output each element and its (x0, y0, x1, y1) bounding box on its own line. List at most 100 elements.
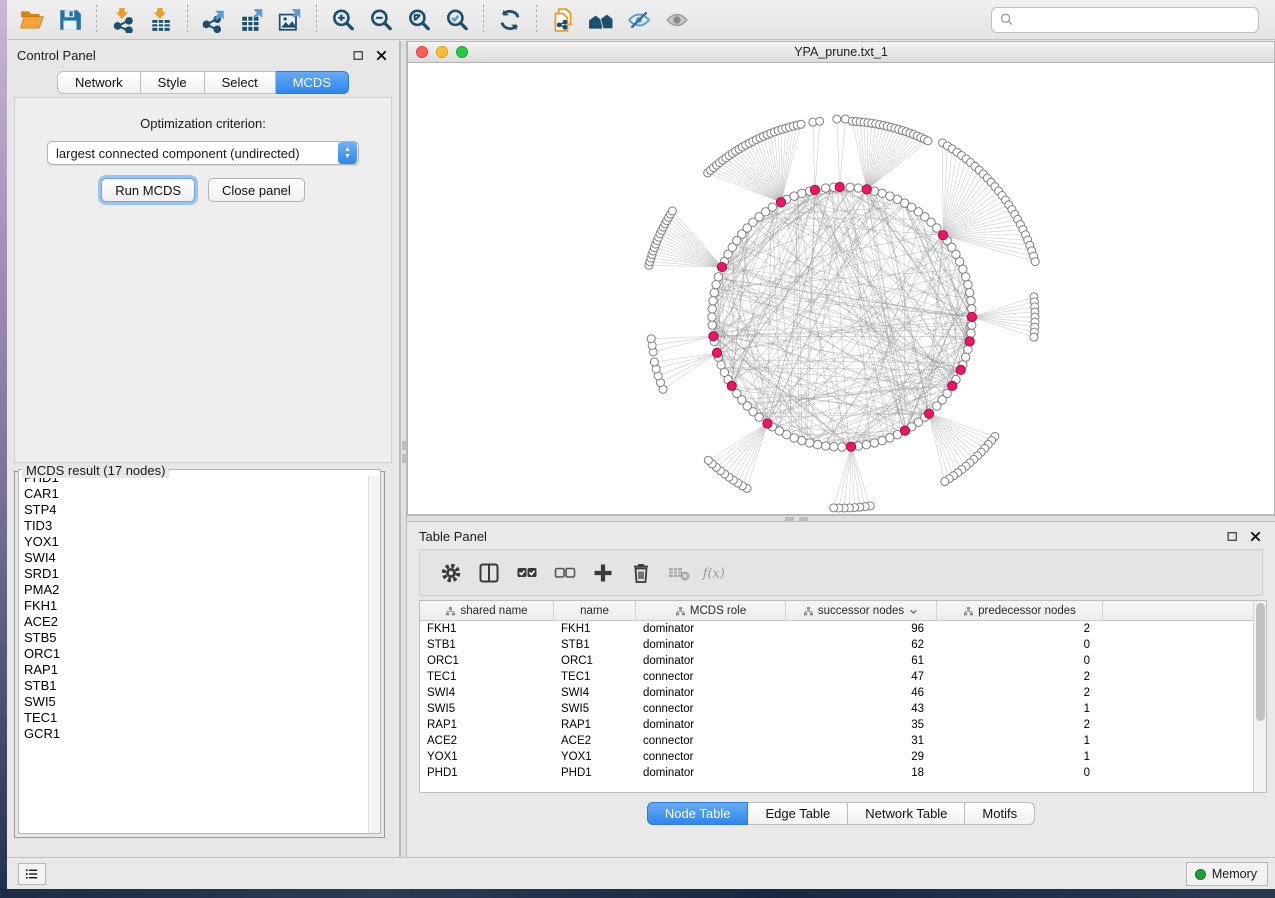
gear-button[interactable] (434, 555, 468, 591)
table-cell: TEC1 (420, 669, 554, 685)
first-neighbors-button[interactable] (582, 3, 620, 37)
float-panel-icon[interactable] (351, 48, 366, 63)
memory-label: Memory (1212, 867, 1257, 881)
column-header-successor-nodes[interactable]: successor nodes (786, 601, 937, 621)
node-table-body[interactable]: FKH1FKH1dominator962STB1STB1dominator620… (420, 621, 1253, 792)
deselect-all-button[interactable] (548, 555, 582, 591)
optimization-criterion-value: largest connected component (undirected) (48, 146, 338, 161)
network-window-titlebar[interactable]: YPA_prune.txt_1 (407, 41, 1275, 63)
show-all-icon (664, 7, 690, 33)
table-tab-node-table[interactable]: Node Table (647, 802, 749, 825)
sort-desc-icon (908, 606, 919, 617)
mcds-result-item[interactable]: SWI4 (19, 550, 380, 566)
export-table-button[interactable] (233, 3, 271, 37)
column-header-shared-name[interactable]: shared name (420, 601, 554, 621)
mcds-result-item[interactable]: CAR1 (19, 486, 380, 502)
mcds-result-item[interactable]: ACE2 (19, 614, 380, 630)
table-row[interactable]: RAP1RAP1dominator352 (420, 717, 1253, 733)
task-history-button[interactable] (18, 863, 46, 885)
tab-select[interactable]: Select (205, 71, 276, 94)
table-row[interactable]: SWI5SWI5connector431 (420, 701, 1253, 717)
mcds-result-item[interactable]: SWI5 (19, 694, 380, 710)
show-all-button[interactable] (658, 3, 696, 37)
select-all-button[interactable] (510, 555, 544, 591)
mcds-result-item[interactable]: STP4 (19, 502, 380, 518)
refresh-button[interactable] (491, 3, 529, 37)
plus-button[interactable] (586, 555, 620, 591)
mcds-result-item[interactable]: GCR1 (19, 726, 380, 742)
mcds-result-item[interactable]: SRD1 (19, 566, 380, 582)
table-row[interactable]: STB1STB1dominator620 (420, 637, 1253, 653)
mcds-result-item[interactable]: TEC1 (19, 710, 380, 726)
mcds-result-item[interactable]: FKH1 (19, 598, 380, 614)
float-table-panel-icon[interactable] (1225, 529, 1240, 544)
zoom-selected-button[interactable] (438, 3, 476, 37)
search-box[interactable] (991, 7, 1259, 33)
mcds-result-scrollbar[interactable] (368, 476, 380, 833)
table-cell: SWI5 (554, 701, 636, 717)
mcds-result-item[interactable]: TID3 (19, 518, 380, 534)
zoom-out-button[interactable] (362, 3, 400, 37)
column-type-icon (803, 606, 814, 617)
save-button[interactable] (51, 3, 89, 37)
mcds-result-list[interactable]: PHD1CAR1STP4TID3YOX1SWI4SRD1PMA2FKH1ACE2… (18, 469, 381, 834)
export-network-button[interactable] (195, 3, 233, 37)
mcds-result-group: MCDS result (17 nodes) PHD1CAR1STP4TID3Y… (14, 465, 385, 838)
mcds-result-item[interactable]: RAP1 (19, 662, 380, 678)
close-panel-icon[interactable] (374, 48, 389, 63)
mcds-result-item[interactable]: YOX1 (19, 534, 380, 550)
table-row[interactable]: ACE2ACE2connector311 (420, 733, 1253, 749)
table-row[interactable]: SWI4SWI4dominator462 (420, 685, 1253, 701)
table-cell: 62 (786, 637, 937, 653)
window-zoom-light[interactable] (456, 46, 468, 58)
mcds-result-item[interactable]: STB5 (19, 630, 380, 646)
table-scrollbar[interactable] (1253, 601, 1266, 792)
trash-button[interactable] (624, 555, 658, 591)
import-table-button[interactable] (142, 3, 180, 37)
table-tab-motifs[interactable]: Motifs (965, 802, 1035, 825)
table-cell: RAP1 (420, 717, 554, 733)
column-header-predecessor-nodes[interactable]: predecessor nodes (937, 601, 1103, 621)
hide-selected-button[interactable] (620, 3, 658, 37)
zoom-fit-button[interactable] (400, 3, 438, 37)
export-network-icon (201, 7, 227, 33)
table-cell: 35 (786, 717, 937, 733)
vertical-splitter[interactable] (400, 41, 407, 857)
network-canvas[interactable] (407, 63, 1275, 515)
duplicate-network-button[interactable] (544, 3, 582, 37)
table-cell: 2 (937, 669, 1103, 685)
tab-network[interactable]: Network (57, 71, 141, 94)
table-row[interactable]: TEC1TEC1connector472 (420, 669, 1253, 685)
window-minimize-light[interactable] (436, 46, 448, 58)
column-header-MCDS-role[interactable]: MCDS role (636, 601, 786, 621)
close-table-panel-icon[interactable] (1248, 529, 1263, 544)
tab-style[interactable]: Style (141, 71, 205, 94)
optimization-criterion-select[interactable]: largest connected component (undirected)… (47, 141, 359, 165)
horizontal-splitter[interactable] (407, 515, 1275, 522)
table-row[interactable]: YOX1YOX1connector291 (420, 749, 1253, 765)
table-row[interactable]: FKH1FKH1dominator962 (420, 621, 1253, 637)
zoom-in-button[interactable] (324, 3, 362, 37)
mcds-result-item[interactable]: PMA2 (19, 582, 380, 598)
deselect-all-icon (553, 561, 577, 585)
table-tab-network-table[interactable]: Network Table (848, 802, 965, 825)
table-row[interactable]: ORC1ORC1dominator610 (420, 653, 1253, 669)
toolbar-separator (536, 5, 537, 35)
table-toolbar: f(x) (419, 549, 1263, 596)
search-input[interactable] (1019, 12, 1251, 27)
mcds-result-item[interactable]: STB1 (19, 678, 380, 694)
search-icon (999, 12, 1014, 27)
import-network-button[interactable] (104, 3, 142, 37)
open-folder-button[interactable] (13, 3, 51, 37)
column-header-name[interactable]: name (554, 601, 636, 621)
window-close-light[interactable] (416, 46, 428, 58)
table-tab-edge-table[interactable]: Edge Table (748, 802, 848, 825)
columns-button[interactable] (472, 555, 506, 591)
mcds-result-item[interactable]: ORC1 (19, 646, 380, 662)
memory-button[interactable]: Memory (1186, 862, 1268, 886)
run-mcds-button[interactable]: Run MCDS (101, 178, 195, 202)
table-row[interactable]: PHD1PHD1dominator180 (420, 765, 1253, 781)
tab-mcds[interactable]: MCDS (276, 71, 349, 94)
export-image-button[interactable] (271, 3, 309, 37)
close-panel-button[interactable]: Close panel (208, 178, 305, 202)
